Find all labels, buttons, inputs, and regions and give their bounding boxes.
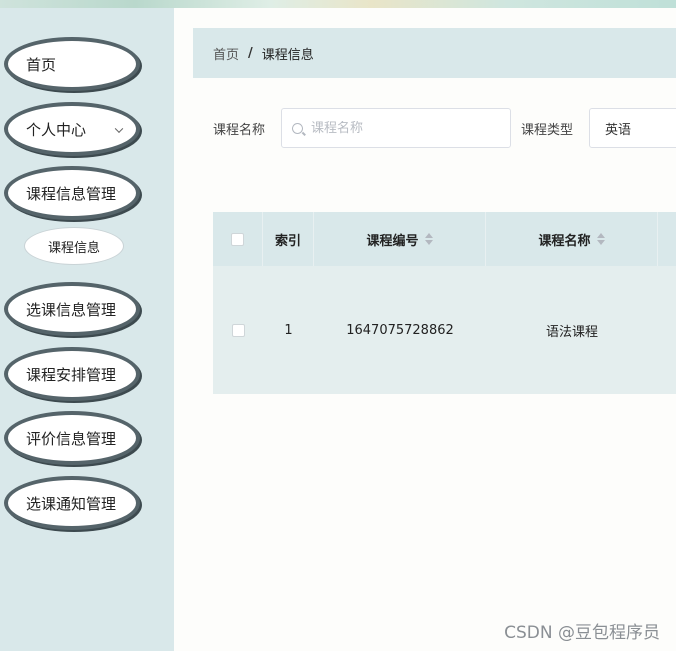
column-header-index: 索引 bbox=[263, 212, 314, 266]
sort-icon[interactable] bbox=[424, 233, 433, 245]
row-select-cell bbox=[213, 266, 263, 394]
sidebar-item-label: 选课信息管理 bbox=[26, 300, 117, 319]
select-all-checkbox[interactable] bbox=[231, 232, 244, 246]
course-name-input[interactable] bbox=[311, 120, 491, 136]
course-name-label: 课程名称 bbox=[213, 123, 266, 138]
table-row: 1 1647075728862 语法课程 bbox=[213, 266, 676, 394]
sidebar-item-label: 课程安排管理 bbox=[26, 365, 117, 384]
cell-index: 1 bbox=[284, 322, 293, 338]
sidebar-item-label: 选课通知管理 bbox=[26, 494, 117, 513]
sidebar-item-label: 课程信息 bbox=[47, 240, 100, 256]
sidebar-item-label: 首页 bbox=[26, 55, 57, 74]
sidebar-item-label: 课程信息管理 bbox=[26, 184, 117, 203]
sort-icon[interactable] bbox=[596, 233, 605, 245]
cell-course-name: 语法课程 bbox=[545, 324, 598, 340]
cell-course-code: 1647075728862 bbox=[346, 322, 454, 338]
search-icon bbox=[292, 122, 303, 134]
sidebar-item-personal-center[interactable]: 个人中心 bbox=[4, 102, 140, 156]
breadcrumb-separator: / bbox=[248, 45, 253, 61]
course-type-value: 英语 bbox=[605, 122, 632, 138]
row-checkbox[interactable] bbox=[231, 323, 245, 337]
sidebar-item-selection-notice-management[interactable]: 选课通知管理 bbox=[4, 476, 140, 530]
top-banner bbox=[0, 0, 676, 8]
sidebar: 首页 个人中心 课程信息管理 课程信息 选课信息管理 课程安排管理 评价信息管理… bbox=[0, 8, 174, 651]
header-select-cell bbox=[213, 212, 263, 266]
breadcrumb-home[interactable]: 首页 bbox=[213, 44, 239, 63]
sidebar-item-evaluation-management[interactable]: 评价信息管理 bbox=[4, 411, 140, 465]
table-header: 索引 课程编号 课程名称 bbox=[213, 212, 676, 266]
chevron-down-icon bbox=[114, 124, 124, 133]
sidebar-item-label: 评价信息管理 bbox=[26, 429, 117, 448]
course-name-search-field[interactable] bbox=[281, 108, 511, 148]
sidebar-subitem-course-info[interactable]: 课程信息 bbox=[24, 227, 124, 265]
sidebar-item-course-selection-management[interactable]: 选课信息管理 bbox=[4, 282, 140, 336]
course-type-label: 课程类型 bbox=[521, 123, 574, 138]
sidebar-item-course-schedule-management[interactable]: 课程安排管理 bbox=[4, 347, 140, 401]
course-type-select[interactable]: 英语 bbox=[589, 108, 676, 148]
breadcrumb-current: 课程信息 bbox=[261, 47, 314, 63]
course-table: 索引 课程编号 课程名称 1 1647075728862 语法课程 bbox=[213, 212, 676, 394]
sidebar-item-course-info-management[interactable]: 课程信息管理 bbox=[4, 166, 140, 220]
sidebar-item-home[interactable]: 首页 bbox=[4, 37, 140, 91]
column-header-course-name[interactable]: 课程名称 bbox=[486, 212, 658, 266]
sidebar-item-label: 个人中心 bbox=[26, 120, 87, 139]
watermark: CSDN @豆包程序员 bbox=[504, 623, 660, 643]
column-header-course-code[interactable]: 课程编号 bbox=[314, 212, 486, 266]
breadcrumb: 首页 / 课程信息 bbox=[193, 28, 676, 78]
